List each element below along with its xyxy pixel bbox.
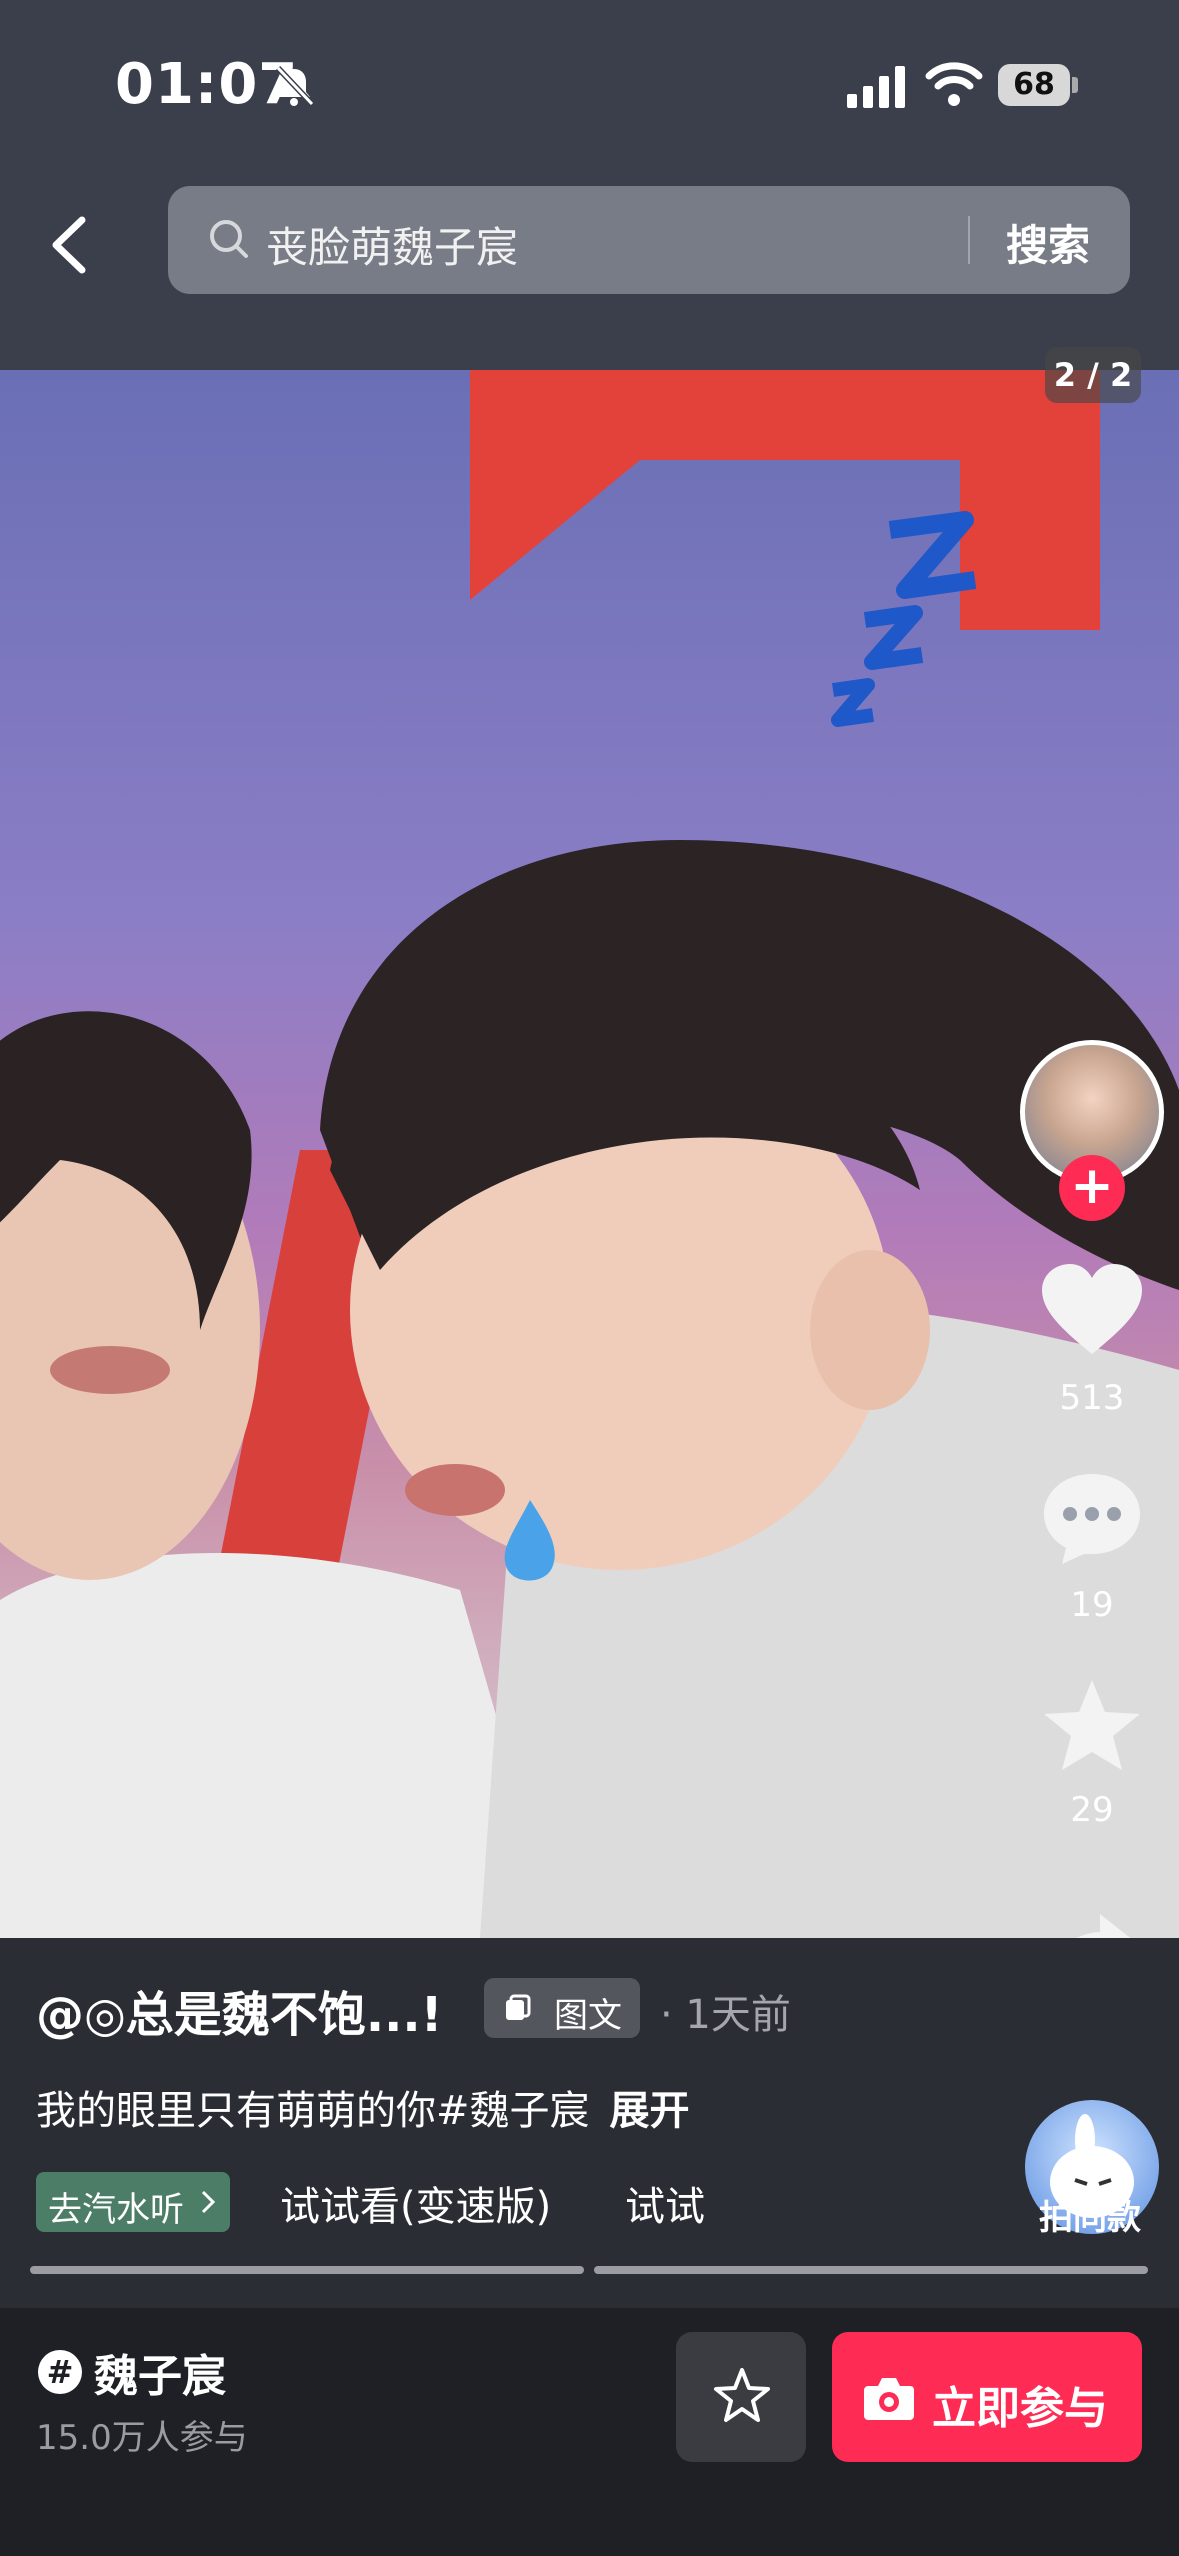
- soda-music-button[interactable]: 去汽水听: [36, 2172, 230, 2232]
- author-name[interactable]: @◎总是魏不饱...!: [36, 1975, 442, 2045]
- expand-link[interactable]: 展开: [610, 2088, 690, 2134]
- search-input[interactable]: 丧脸萌魏子宸: [266, 214, 518, 275]
- image-pager: 2 / 2: [1045, 347, 1141, 403]
- favorite-topic-button[interactable]: [676, 2332, 806, 2462]
- post-time: · 1天前: [660, 1992, 791, 2038]
- heart-icon[interactable]: [1040, 1262, 1144, 1358]
- join-topic-button[interactable]: 立即参与: [832, 2332, 1142, 2462]
- image-progress-2: [594, 2266, 1148, 2274]
- star-icon[interactable]: [1040, 1678, 1144, 1774]
- description-text[interactable]: 我的眼里只有萌萌的你#魏子宸: [36, 2088, 590, 2134]
- comment-icon[interactable]: [1040, 1470, 1144, 1566]
- music-tag[interactable]: 试试: [625, 2174, 705, 2232]
- battery-level: 68: [1013, 67, 1055, 102]
- favorite-count: 29: [1070, 1790, 1114, 1830]
- same-style-label[interactable]: 拍同款: [1010, 2190, 1170, 2239]
- search-button[interactable]: 搜索: [1006, 212, 1090, 273]
- follow-plus-button[interactable]: +: [1059, 1155, 1125, 1221]
- soda-music-label: 去汽水听: [48, 2190, 184, 2230]
- bell-muted-icon: [275, 65, 315, 107]
- topic-participants: 15.0万人参与: [36, 2418, 248, 2458]
- search-bar[interactable]: 丧脸萌魏子宸 搜索: [168, 186, 1130, 294]
- image-stack-icon: [506, 1994, 531, 2020]
- music-tag[interactable]: 试试看(变速版): [280, 2174, 551, 2232]
- comment-count: 19: [1070, 1585, 1114, 1625]
- back-chevron-icon[interactable]: [40, 210, 100, 280]
- status-time: 01:07: [115, 52, 299, 117]
- post-image[interactable]: [0, 370, 1179, 1938]
- search-divider: [968, 216, 970, 264]
- topic-name[interactable]: 魏子宸: [94, 2340, 226, 2404]
- join-topic-label: 立即参与: [932, 2383, 1108, 2434]
- wifi-icon: [925, 62, 983, 106]
- camera-icon: [864, 2378, 914, 2420]
- status-bar: 01:07 68: [0, 0, 1179, 175]
- battery-indicator: 68: [998, 64, 1078, 106]
- post-type-badge: 图文: [484, 1978, 640, 2038]
- cellular-signal-icon: [847, 66, 905, 108]
- like-count: 513: [1059, 1378, 1125, 1418]
- star-outline-icon: [714, 2368, 770, 2422]
- post-type-label: 图文: [554, 1996, 622, 2036]
- image-progress-1: [30, 2266, 584, 2274]
- post-description: 我的眼里只有萌萌的你#魏子宸 展开: [36, 2078, 690, 2136]
- search-icon: [210, 220, 248, 258]
- chevron-right-icon: [201, 2190, 216, 2214]
- hashtag-icon: #: [38, 2350, 82, 2394]
- post-image-illustration: [0, 370, 1179, 1938]
